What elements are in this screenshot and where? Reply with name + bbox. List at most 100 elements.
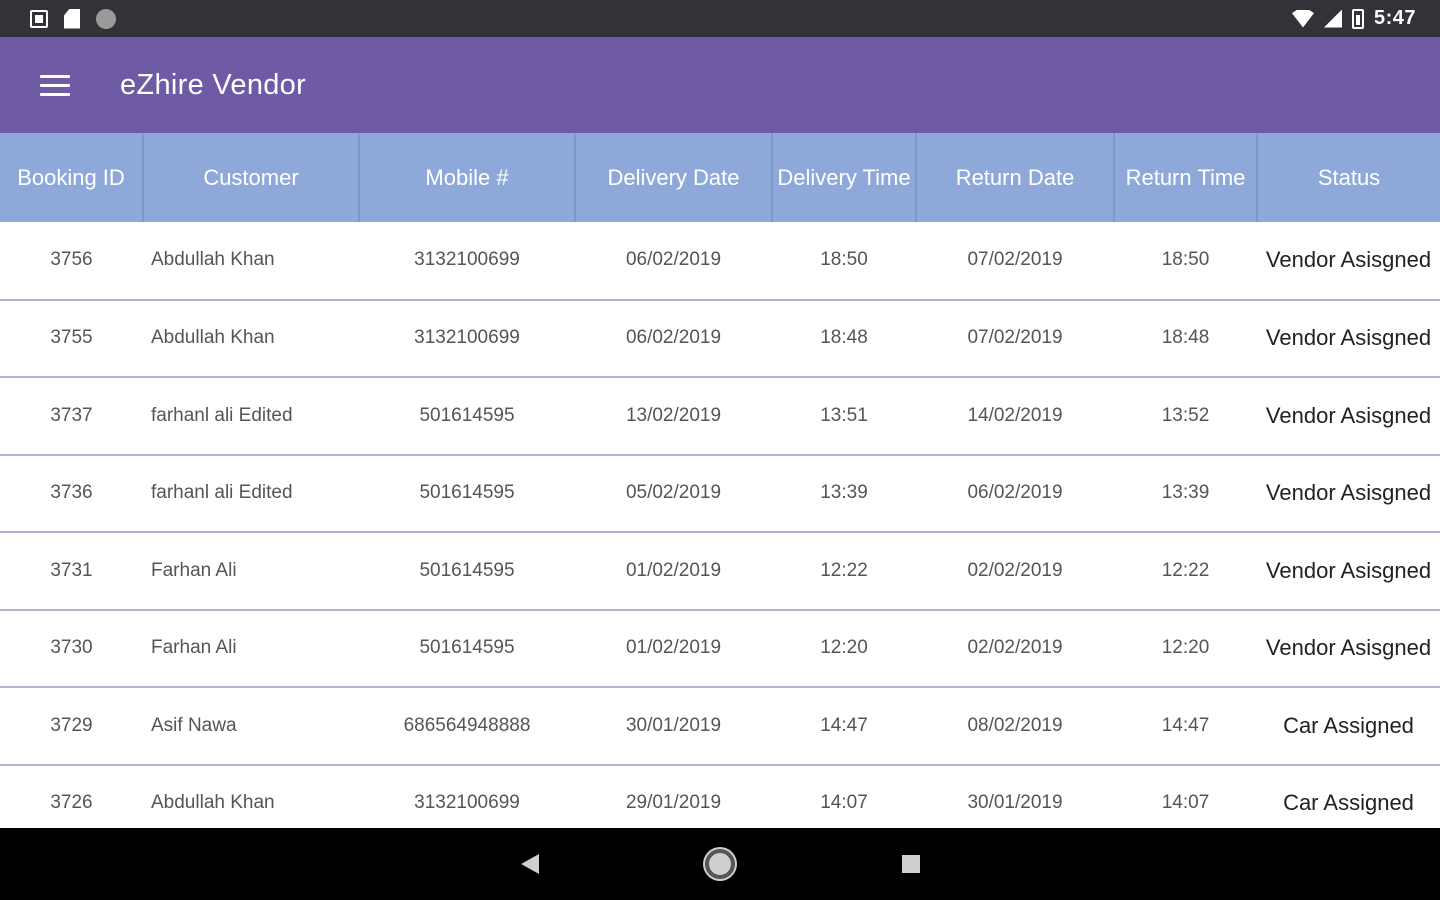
cell-booking-id: 3755 [0,299,143,378]
cell-return-date: 30/01/2019 [916,764,1114,828]
cell-status: Vendor Asisgned [1257,532,1440,611]
back-icon[interactable] [521,854,539,874]
cell-delivery-time: 13:51 [772,377,916,456]
cell-delivery-time: 18:50 [772,222,916,301]
circle-icon [96,8,116,29]
home-icon[interactable] [705,849,735,879]
cell-delivery-date: 30/01/2019 [575,687,772,766]
cell-delivery-date: 05/02/2019 [575,454,772,533]
table-header: Booking ID Customer Mobile # Delivery Da… [0,133,1440,222]
cell-mobile: 3132100699 [359,222,575,301]
cell-return-time: 18:50 [1114,222,1257,301]
cell-return-time: 12:20 [1114,609,1257,688]
cell-return-date: 08/02/2019 [916,687,1114,766]
cell-status: Vendor Asisgned [1257,609,1440,688]
cell-return-time: 13:39 [1114,454,1257,533]
cell-return-date: 14/02/2019 [916,377,1114,456]
cell-return-date: 02/02/2019 [916,532,1114,611]
cell-delivery-date: 29/01/2019 [575,764,772,828]
table-row[interactable]: 3731 Farhan Ali 501614595 01/02/2019 12:… [0,532,1440,611]
cell-delivery-time: 13:39 [772,454,916,533]
notification-icon [30,9,48,28]
battery-icon [1351,8,1364,29]
cell-booking-id: 3737 [0,377,143,456]
cell-mobile: 501614595 [359,532,575,611]
table-row[interactable]: 3755 Abdullah Khan 3132100699 06/02/2019… [0,299,1440,378]
cell-customer: Farhan Ali [143,609,359,688]
cell-mobile: 686564948888 [359,687,575,766]
table-row[interactable]: 3736 farhanl ali Edited 501614595 05/02/… [0,454,1440,533]
cell-booking-id: 3731 [0,532,143,611]
cell-return-date: 06/02/2019 [916,454,1114,533]
cell-return-time: 14:47 [1114,687,1257,766]
recent-apps-icon[interactable] [902,855,920,873]
cell-delivery-time: 14:07 [772,764,916,828]
hamburger-menu-icon[interactable] [27,57,83,113]
table-body: 3756 Abdullah Khan 3132100699 06/02/2019… [0,222,1440,828]
cell-mobile: 3132100699 [359,764,575,828]
table-row[interactable]: 3730 Farhan Ali 501614595 01/02/2019 12:… [0,609,1440,688]
cell-delivery-time: 18:48 [772,299,916,378]
cell-return-date: 02/02/2019 [916,609,1114,688]
cell-return-date: 07/02/2019 [916,222,1114,301]
cell-customer: Asif Nawa [143,687,359,766]
column-header-customer[interactable]: Customer [143,133,360,222]
cell-customer: Abdullah Khan [143,222,359,301]
status-bar-right: 5:47 [1291,7,1416,30]
cell-booking-id: 3736 [0,454,143,533]
cell-booking-id: 3729 [0,687,143,766]
column-header-return-time[interactable]: Return Time [1114,133,1258,222]
cell-delivery-date: 01/02/2019 [575,609,772,688]
cell-mobile: 501614595 [359,609,575,688]
cell-customer: farhanl ali Edited [143,377,359,456]
table-row[interactable]: 3737 farhanl ali Edited 501614595 13/02/… [0,377,1440,456]
cell-delivery-date: 06/02/2019 [575,299,772,378]
cell-return-time: 14:07 [1114,764,1257,828]
cell-delivery-time: 12:22 [772,532,916,611]
table-row[interactable]: 3729 Asif Nawa 686564948888 30/01/2019 1… [0,687,1440,766]
cell-status: Vendor Asisgned [1257,377,1440,456]
column-header-mobile[interactable]: Mobile # [359,133,576,222]
cell-return-time: 12:22 [1114,532,1257,611]
cell-booking-id: 3756 [0,222,143,301]
app-bar: eZhire Vendor [0,37,1440,133]
table-row[interactable]: 3726 Abdullah Khan 3132100699 29/01/2019… [0,764,1440,828]
cell-status: Vendor Asisgned [1257,454,1440,533]
cell-return-time: 13:52 [1114,377,1257,456]
wifi-icon [1291,9,1314,28]
column-header-delivery-date[interactable]: Delivery Date [575,133,773,222]
cell-return-date: 07/02/2019 [916,299,1114,378]
cell-mobile: 3132100699 [359,299,575,378]
cell-customer: Abdullah Khan [143,299,359,378]
cell-status: Vendor Asisgned [1257,222,1440,301]
cell-return-time: 18:48 [1114,299,1257,378]
cell-mobile: 501614595 [359,454,575,533]
system-nav-bar [0,828,1440,900]
app-title: eZhire Vendor [120,68,307,101]
column-header-return-date[interactable]: Return Date [916,133,1115,222]
column-header-status[interactable]: Status [1257,133,1440,222]
column-header-delivery-time[interactable]: Delivery Time [772,133,917,222]
status-bar-left [30,8,116,29]
cell-signal-icon [1323,9,1342,28]
cell-booking-id: 3726 [0,764,143,828]
cell-customer: Farhan Ali [143,532,359,611]
cell-booking-id: 3730 [0,609,143,688]
column-header-booking-id[interactable]: Booking ID [0,133,144,222]
cell-status: Vendor Asisgned [1257,299,1440,378]
cell-delivery-date: 06/02/2019 [575,222,772,301]
cell-mobile: 501614595 [359,377,575,456]
cell-status: Car Assigned [1257,687,1440,766]
cell-status: Car Assigned [1257,764,1440,828]
sd-card-icon [64,8,80,29]
table-row[interactable]: 3756 Abdullah Khan 3132100699 06/02/2019… [0,222,1440,301]
bookings-table-container[interactable]: Booking ID Customer Mobile # Delivery Da… [0,133,1440,828]
cell-delivery-time: 14:47 [772,687,916,766]
bookings-table: Booking ID Customer Mobile # Delivery Da… [0,133,1440,828]
cell-customer: Abdullah Khan [143,764,359,828]
cell-customer: farhanl ali Edited [143,454,359,533]
cell-delivery-date: 13/02/2019 [575,377,772,456]
cell-delivery-date: 01/02/2019 [575,532,772,611]
cell-delivery-time: 12:20 [772,609,916,688]
status-bar: 5:47 [0,0,1440,37]
